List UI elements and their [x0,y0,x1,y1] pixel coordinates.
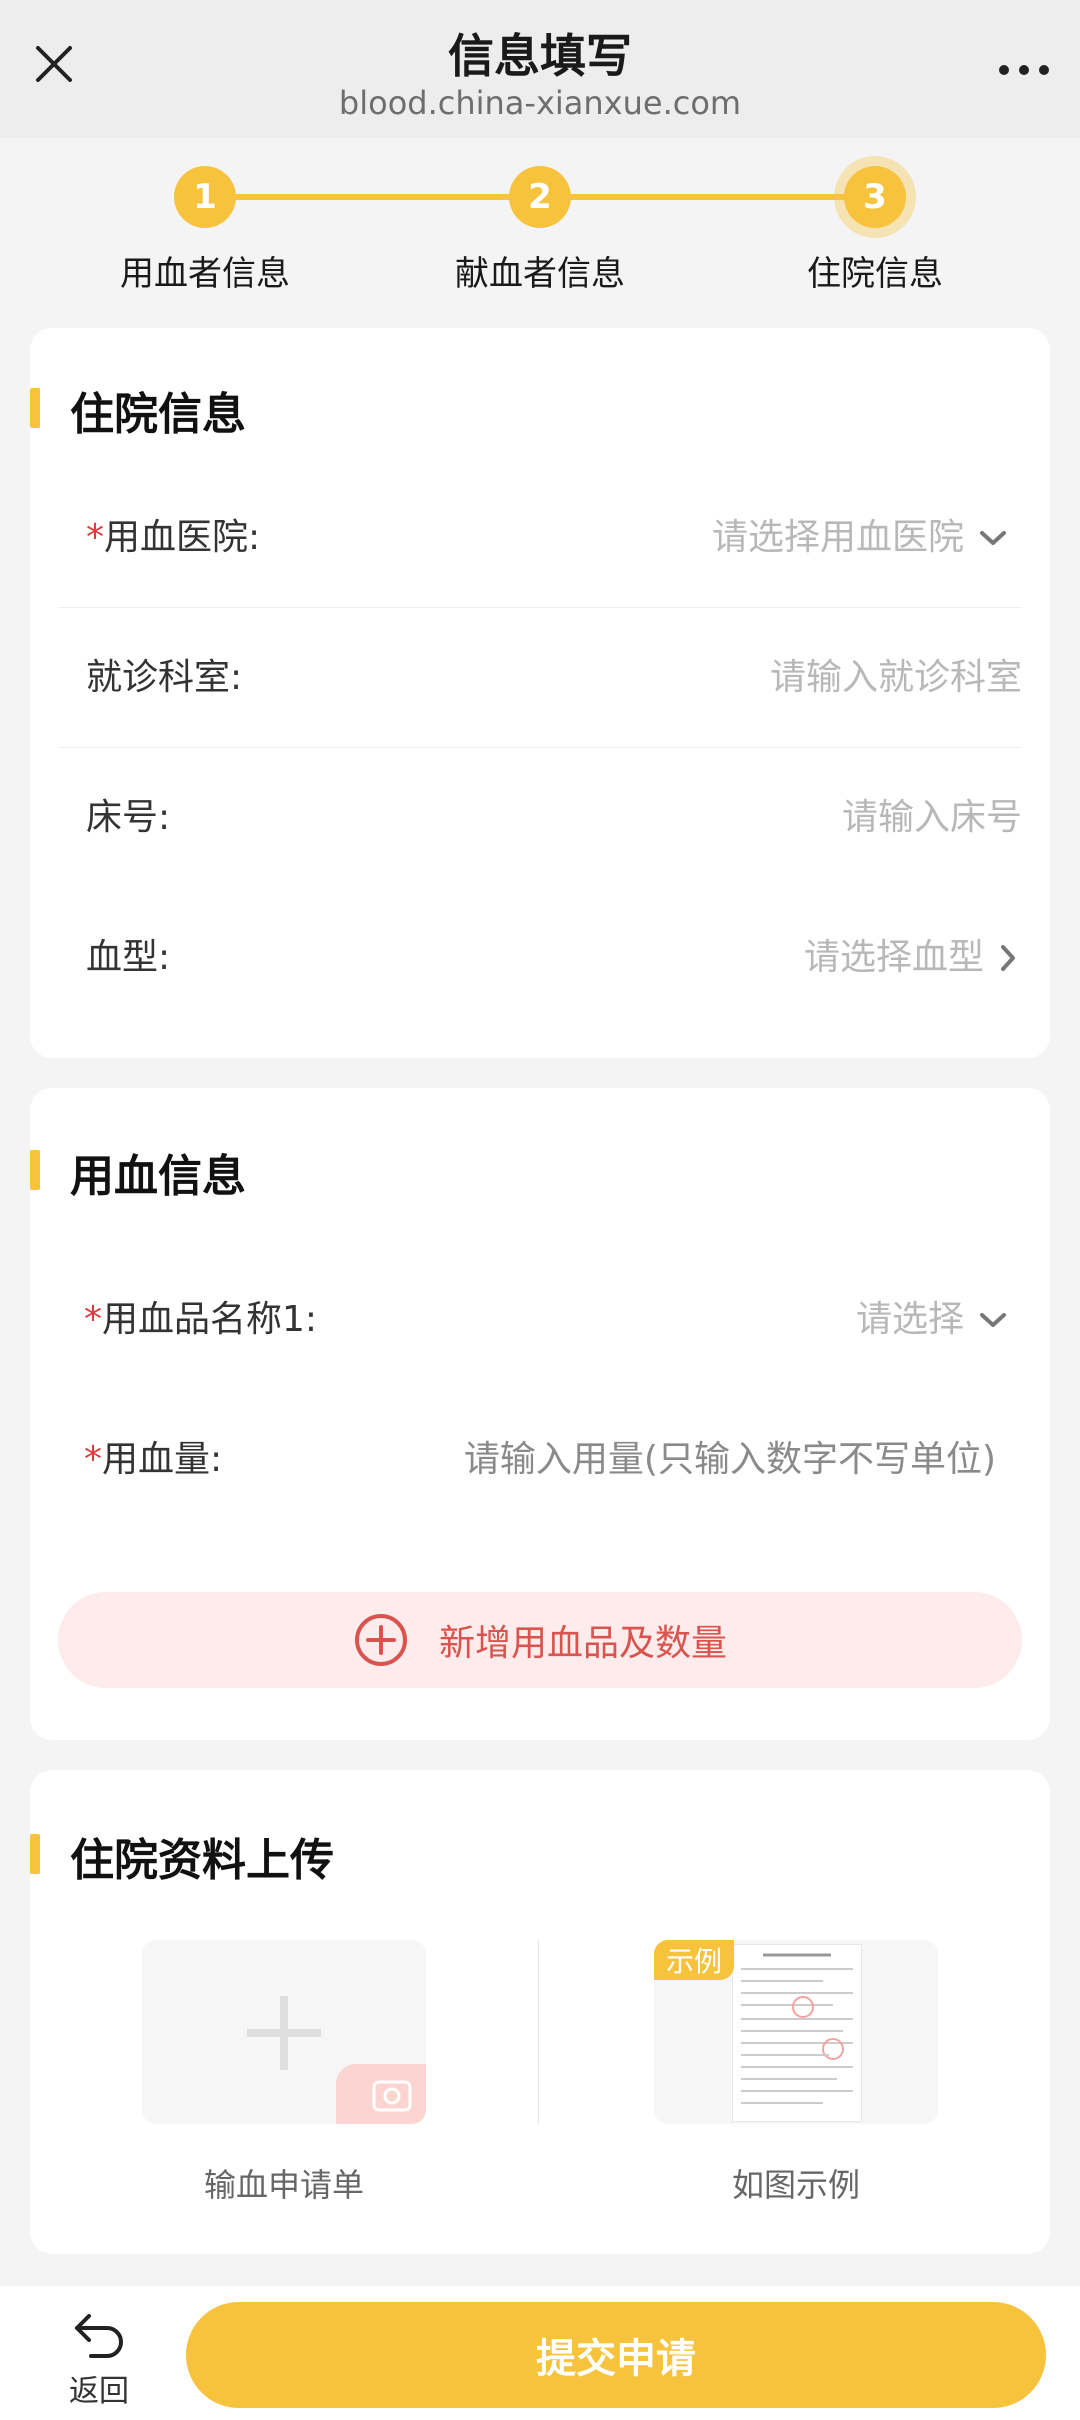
step-1-circle: 1 [174,166,236,228]
field-label: 就诊科室: [86,657,243,698]
field-label: 床号: [86,797,171,838]
required-mark: * [86,517,104,558]
divider [538,1940,539,2124]
field-placeholder: 请选择用血医院 [711,517,964,558]
section-title: 用血信息 [30,1140,246,1204]
field-label: 血型: [86,937,171,978]
step-3-label: 住院信息 [807,254,943,294]
plus-circle-icon [354,1614,407,1666]
page-title: 信息填写 [448,29,632,83]
more-button[interactable] [992,38,1056,102]
step-3-circle: 3 [844,166,906,228]
back-label: 返回 [69,2374,129,2409]
page-url: blood.china-xianxue.com [338,84,742,122]
example-image[interactable]: 示例 [654,1940,938,2124]
field-placeholder: 请输入用量(只输入数字不写单位) [463,1439,996,1480]
example-label: 如图示例 [731,2166,860,2204]
step-2-circle: 2 [509,166,571,228]
chevron-right-icon [998,943,1018,973]
step-connector [234,194,540,200]
chevron-down-icon [978,528,1008,548]
title-bar: 信息填写 blood.china-xianxue.com [0,0,1080,138]
add-button-label: 新增用血品及数量 [438,1623,727,1664]
required-mark: * [84,1439,102,1480]
chevron-down-icon [978,1310,1008,1330]
section-title: 住院信息 [30,378,246,442]
field-placeholder: 请输入就诊科室 [769,657,1022,698]
progress-stepper: 1 2 3 用血者信息 献血者信息 住院信息 [0,138,1080,328]
section-title: 住院资料上传 [30,1824,334,1888]
required-mark: * [84,1299,102,1340]
field-placeholder: 请选择血型 [803,937,984,978]
hospital-select[interactable]: *用血医院: 请选择用血医院 [58,468,1022,608]
field-label: 用血医院: [104,517,261,558]
field-placeholder: 请选择 [855,1299,964,1340]
back-arrow-icon [75,2314,123,2358]
step-1-label: 用血者信息 [120,254,290,294]
add-blood-product-button[interactable]: 新增用血品及数量 [58,1592,1022,1688]
more-icon [999,65,1049,75]
blood-amount-field[interactable]: *用血量: 请输入用量(只输入数字不写单位) [58,1390,1022,1530]
step-2-label: 献血者信息 [455,254,625,294]
bottom-bar: 返回 提交申请 [0,2286,1080,2420]
upload-card: 住院资料上传 输血申请单 示例 如图示例 [30,1770,1050,2254]
add-icon [247,1996,426,2124]
back-button[interactable]: 返回 [44,2310,154,2414]
field-label: 用血品名称1: [102,1299,318,1340]
hospital-info-card: 住院信息 *用血医院: 请选择用血医院 就诊科室: 请输入就诊科室 床号: 请输… [30,328,1050,1058]
example-tag: 示例 [654,1940,734,1980]
example-document-thumbnail [732,1944,862,2122]
blood-product-select[interactable]: *用血品名称1: 请选择 [58,1250,1022,1390]
field-placeholder: 请输入床号 [841,797,1022,838]
blood-info-card: 用血信息 *用血品名称1: 请选择 *用血量: 请输入用量(只输入数字不写单位)… [30,1088,1050,1740]
upload-slot[interactable] [142,1940,426,2124]
submit-button[interactable]: 提交申请 [186,2302,1046,2408]
field-label: 用血量: [102,1439,223,1480]
upload-slot-label: 输血申请单 [203,2166,364,2204]
step-connector [540,194,874,200]
blood-type-select[interactable]: 血型: 请选择血型 [58,888,1022,1028]
bed-number-field[interactable]: 床号: 请输入床号 [58,748,1022,888]
department-field[interactable]: 就诊科室: 请输入就诊科室 [58,608,1022,748]
